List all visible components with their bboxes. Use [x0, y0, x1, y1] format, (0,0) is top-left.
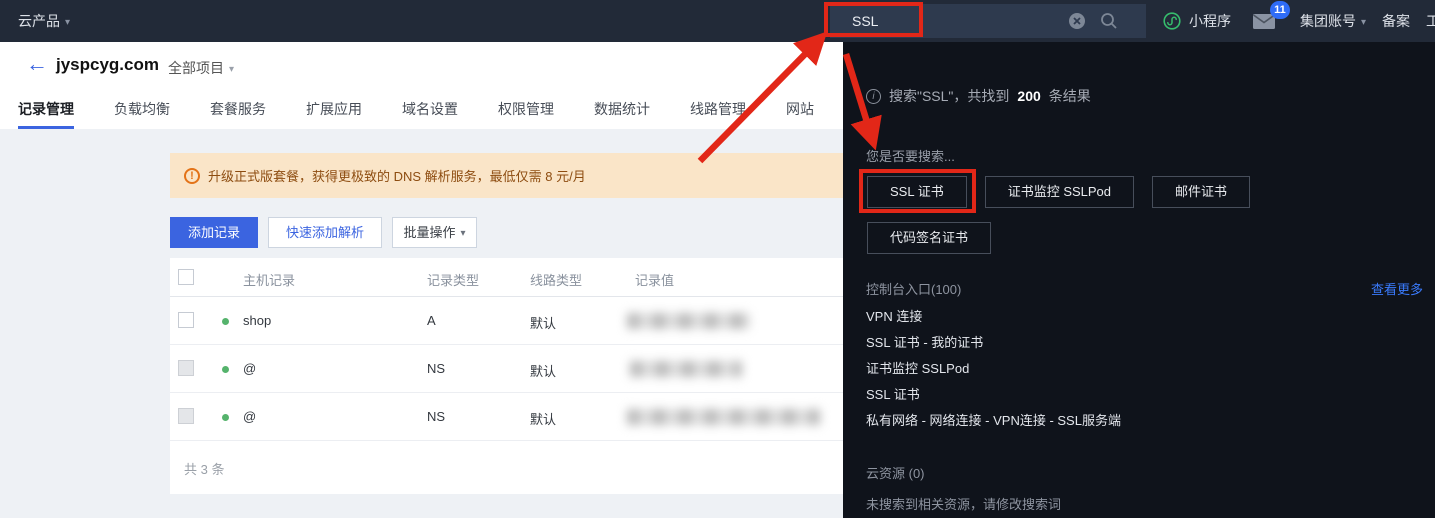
- mail-badge: 11: [1270, 1, 1290, 19]
- back-button[interactable]: ←: [26, 51, 48, 77]
- menu-partial[interactable]: 工: [1426, 0, 1435, 42]
- list-item[interactable]: VPN 连接: [866, 304, 1121, 330]
- upgrade-notice-banner: ! 升级正式版套餐，获得更极致的 DNS 解析服务，最低仅需 8 元/月: [170, 153, 843, 198]
- cell-host: @: [243, 409, 256, 424]
- result-prefix: 搜索"SSL"，共找到: [889, 86, 1009, 106]
- menu-mini-program[interactable]: 小程序: [1163, 0, 1231, 42]
- tab-record-management[interactable]: 记录管理: [18, 90, 74, 129]
- result-suffix: 条结果: [1049, 86, 1091, 106]
- tab-line-management[interactable]: 线路管理: [690, 90, 746, 129]
- topbar-search[interactable]: [830, 4, 1146, 38]
- tab-load-balancing[interactable]: 负载均衡: [114, 90, 170, 129]
- cell-line: 默认: [530, 361, 556, 380]
- cell-host: shop: [243, 313, 271, 328]
- search-input[interactable]: [830, 13, 1060, 29]
- search-result-summary: i 搜索"SSL"，共找到 200 条结果: [866, 86, 1091, 106]
- tab-domain-settings[interactable]: 域名设置: [402, 90, 458, 129]
- list-item[interactable]: 私有网络 - 网络连接 - VPN连接 - SSL服务端: [866, 408, 1121, 434]
- table-header-row: 主机记录 记录类型 线路类型 记录值: [170, 258, 843, 297]
- project-filter-label: 全部项目: [168, 60, 224, 76]
- list-item[interactable]: SSL 证书 - 我的证书: [866, 330, 1121, 356]
- cell-type: A: [427, 313, 436, 328]
- tab-permissions[interactable]: 权限管理: [498, 90, 554, 129]
- cell-type: NS: [427, 361, 445, 376]
- mini-program-icon: [1163, 12, 1181, 30]
- cell-host: @: [243, 361, 256, 376]
- messages-button[interactable]: 11: [1250, 0, 1296, 42]
- row-checkbox[interactable]: [178, 360, 194, 376]
- cell-type: NS: [427, 409, 445, 424]
- row-checkbox[interactable]: [178, 312, 194, 328]
- tab-statistics[interactable]: 数据统计: [594, 90, 650, 129]
- search-results-panel: i 搜索"SSL"，共找到 200 条结果 您是否要搜索... SSL 证书 证…: [843, 42, 1435, 518]
- table-row[interactable]: @ NS 默认: [170, 345, 843, 393]
- list-item[interactable]: SSL 证书: [866, 382, 1121, 408]
- suggest-buttons: SSL 证书 证书监控 SSLPod 邮件证书 代码签名证书: [867, 176, 1317, 254]
- suggest-code-sign-cert-button[interactable]: 代码签名证书: [867, 222, 991, 254]
- suggest-ssl-cert-button[interactable]: SSL 证书: [867, 176, 967, 208]
- menu-beian[interactable]: 备案: [1382, 0, 1410, 42]
- list-item[interactable]: 证书监控 SSLPod: [866, 356, 1121, 382]
- status-dot-icon: [222, 318, 229, 325]
- suggest-label: 您是否要搜索...: [866, 146, 955, 165]
- table-row[interactable]: shop A 默认: [170, 297, 843, 345]
- row-checkbox[interactable]: [178, 408, 194, 424]
- tab-extensions[interactable]: 扩展应用: [306, 90, 362, 129]
- tab-website[interactable]: 网站: [786, 90, 814, 129]
- topbar: 云产品▾ 小程序 11 集团账: [0, 0, 1435, 42]
- tab-plan-service[interactable]: 套餐服务: [210, 90, 266, 129]
- page-title: jyspcyg.com: [56, 55, 159, 75]
- search-icon[interactable]: [1100, 12, 1118, 30]
- upgrade-notice-text: 升级正式版套餐，获得更极致的 DNS 解析服务，最低仅需 8 元/月: [208, 166, 586, 185]
- batch-operations-label: 批量操作: [403, 225, 455, 240]
- menu-cloud-products-label: 云产品: [18, 13, 60, 29]
- console-entries-title: 控制台入口(100): [866, 279, 961, 298]
- column-header-host: 主机记录: [243, 270, 295, 289]
- cloud-resources-empty-text: 未搜索到相关资源，请修改搜索词: [866, 494, 1061, 513]
- page: 云产品▾ 小程序 11 集团账: [0, 0, 1435, 518]
- cell-value-redacted: [630, 361, 742, 377]
- console-entry-list: VPN 连接 SSL 证书 - 我的证书 证书监控 SSLPod SSL 证书 …: [866, 304, 1121, 434]
- see-more-link[interactable]: 查看更多: [1371, 279, 1423, 298]
- cell-line: 默认: [530, 409, 556, 428]
- cloud-resources-title: 云资源 (0): [866, 463, 925, 482]
- batch-operations-button[interactable]: 批量操作 ▾: [392, 217, 477, 248]
- chevron-down-icon: ▾: [460, 219, 465, 248]
- add-record-button[interactable]: 添加记录: [170, 217, 258, 248]
- select-all-checkbox[interactable]: [178, 269, 194, 285]
- clear-icon[interactable]: [1068, 12, 1086, 30]
- table-row[interactable]: @ NS 默认: [170, 393, 843, 441]
- info-icon: i: [866, 89, 881, 104]
- menu-mini-program-label: 小程序: [1189, 0, 1231, 42]
- records-table: 主机记录 记录类型 线路类型 记录值 shop A 默认 @ NS 默认 @ N…: [170, 258, 843, 494]
- record-count: 共 3 条: [184, 459, 224, 478]
- quick-add-button[interactable]: 快速添加解析: [268, 217, 382, 248]
- cell-value-redacted: [627, 313, 750, 329]
- warning-icon: !: [184, 168, 200, 184]
- cell-line: 默认: [530, 313, 556, 332]
- column-header-value: 记录值: [635, 270, 674, 289]
- table-footer: 共 3 条: [170, 441, 843, 494]
- menu-group-account-label: 集团账号: [1300, 13, 1356, 29]
- chevron-down-icon: ▾: [65, 2, 70, 44]
- status-dot-icon: [222, 414, 229, 421]
- project-filter[interactable]: 全部项目 ▾: [168, 58, 234, 78]
- chevron-down-icon: ▾: [229, 64, 234, 75]
- suggest-mail-cert-button[interactable]: 邮件证书: [1152, 176, 1250, 208]
- result-count: 200: [1017, 88, 1040, 104]
- column-header-type: 记录类型: [427, 270, 479, 289]
- chevron-down-icon: ▾: [1361, 2, 1366, 44]
- menu-cloud-products[interactable]: 云产品 ▾: [18, 0, 70, 42]
- suggest-sslpod-button[interactable]: 证书监控 SSLPod: [985, 176, 1134, 208]
- column-header-line: 线路类型: [530, 270, 582, 289]
- cell-value-redacted: [627, 409, 820, 425]
- menu-group-account[interactable]: 集团账号 ▾: [1300, 0, 1366, 42]
- status-dot-icon: [222, 366, 229, 373]
